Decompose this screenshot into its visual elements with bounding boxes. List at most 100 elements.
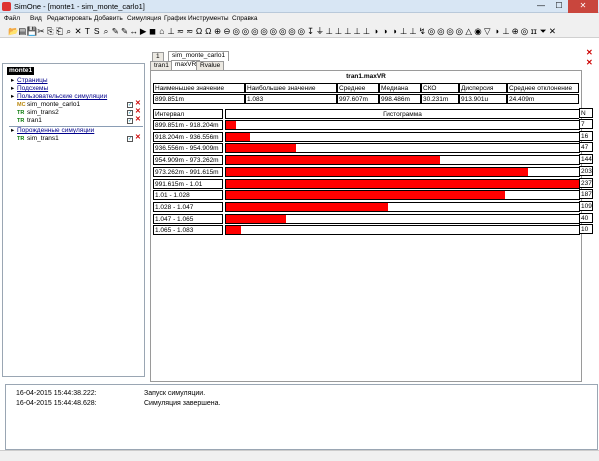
hist-count-cell: 16 [579, 130, 593, 141]
results-panel: tran1.maxVR Наименьшее значение Наибольш… [150, 70, 582, 382]
menu-simulation[interactable]: Симуляция [127, 15, 161, 22]
tree-item-sim-monte-carlo1[interactable]: MC sim_monte_carlo1 ✓ ✕ [3, 100, 144, 109]
delete-icon[interactable]: ✕ [135, 116, 141, 124]
hist-bar [226, 144, 296, 153]
minimize-button[interactable]: — [532, 0, 550, 13]
expand-icon[interactable]: ▸ [11, 127, 14, 135]
stats-header-mean: Среднее [337, 83, 379, 93]
close-inner-tab-icon[interactable]: ✕ [586, 58, 593, 67]
stats-header-std: СКО [421, 83, 459, 93]
stats-value-mean: 997.607m [337, 94, 379, 104]
stats-header-median: Медиана [379, 83, 421, 93]
log-panel: 16-04-2015 15:44:38.222: Запуск симуляци… [5, 384, 598, 450]
tree-section-derived-sims[interactable]: ▸ Порожденные симуляции [3, 127, 144, 135]
tree-item-label: sim_monte_carlo1 [27, 101, 81, 108]
stats-header-max: Наибольшее значение [245, 83, 337, 93]
hist-bar [226, 167, 529, 176]
log-message: Запуск симуляции. [144, 390, 206, 397]
tree-item-label: sim_trans2 [27, 109, 59, 116]
menu-help[interactable]: Справка [232, 15, 258, 22]
hist-interval-cell: 954.909m - 973.262m [153, 155, 223, 166]
hist-header-histogram: Гистограмма [225, 109, 580, 119]
tree-item-label: sim_trans1 [27, 135, 59, 142]
hist-interval-cell: 1.065 - 1.083 [153, 225, 223, 236]
hist-interval-cell: 991.615m - 1.01 [153, 178, 223, 189]
hist-header-n: N [579, 108, 593, 118]
expand-icon[interactable]: ▸ [11, 93, 14, 101]
stats-header-mean-dev: Среднее отклонение [507, 83, 579, 93]
hist-count-cell: 237 [579, 177, 593, 188]
hist-bar-cell [225, 120, 580, 130]
log-message: Симуляция завершена. [144, 400, 221, 407]
close-button[interactable]: ✕ [568, 0, 598, 13]
window-title: SimOne - [monte1 - sim_monte_carlo1] [14, 2, 145, 11]
tree-item-sim-trans2[interactable]: TR sim_trans2 ✓ ✕ [3, 108, 144, 117]
delete-icon[interactable]: ✕ [135, 108, 141, 116]
project-tree: monte1 ▸ Страницы ▸ Подсхемы ▸ Пользоват… [2, 63, 145, 377]
tab-rvalue[interactable]: Rvalue [196, 61, 225, 70]
tree-item-tran1[interactable]: TR tran1 ✓ ✕ [3, 116, 144, 125]
tree-section-label: Страницы [17, 77, 48, 84]
stats-value-max: 1.083 [245, 94, 337, 104]
tree-section-label: Порожденные симуляции [17, 127, 95, 134]
tree-item-sim-trans1[interactable]: TR sim_trans1 ✓ ✕ [3, 134, 144, 143]
checkbox-icon[interactable]: ✓ [127, 118, 133, 124]
hist-count-cell: 47 [579, 142, 593, 153]
menu-edit[interactable]: Редактировать [47, 15, 92, 22]
hist-count-cell: 7 [579, 119, 593, 129]
hist-count-cell: 203 [579, 165, 593, 176]
stats-value-variance: 913.901u [459, 94, 507, 104]
hist-bar [226, 202, 389, 211]
tree-section-user-sims[interactable]: ▸ Пользовательские симуляции [3, 93, 144, 101]
hist-count-cell: 40 [579, 212, 593, 223]
monte-carlo-icon: MC [17, 102, 26, 108]
app-icon [2, 2, 11, 11]
checkbox-icon[interactable]: ✓ [127, 136, 133, 142]
hist-interval-cell: 1.028 - 1.047 [153, 201, 223, 212]
stats-value-median: 998.486m [379, 94, 421, 104]
tab-1[interactable]: 1 [152, 52, 164, 61]
menu-view[interactable]: Вид [30, 15, 42, 22]
hist-count-cell: 109 [579, 200, 593, 211]
menu-tools[interactable]: Инструменты [188, 15, 229, 22]
hist-header-interval: Интервал [153, 109, 223, 119]
toolbar: 📂 ▤ 💾 ✂ ⎘ ⎗ ⌕ ✕ T S ⌕ ✎ ✎ ↔ ▶ ◼ ⌂ ⊥ ≂ ≂ Ω Ω ⊕ ⊖ ◎ ◎ ◎ ◎ ◎ ◎ ◎ ◎ ↧ ⏚ ⊥ ⊥ ⊥ ⊥ ⊥ ◑… [0, 25, 599, 38]
hist-interval-cell: 1.047 - 1.065 [153, 213, 223, 224]
tree-root[interactable]: monte1 [7, 67, 35, 75]
tree-section-subcircuits[interactable]: ▸ Подсхемы [3, 85, 144, 93]
menu-file[interactable]: Файл [4, 15, 20, 22]
delete-icon[interactable]: ✕ [135, 134, 141, 142]
hist-bar [226, 214, 286, 223]
stats-value-min: 899.851m [153, 94, 245, 104]
checkbox-icon[interactable]: ✓ [127, 102, 133, 108]
maximize-button[interactable]: ☐ [550, 0, 568, 13]
stats-value-std: 30.231m [421, 94, 459, 104]
tree-section-pages[interactable]: ▸ Страницы [3, 77, 144, 85]
tree-item-label: tran1 [27, 117, 42, 124]
hist-bar [226, 156, 441, 165]
tab-tran1[interactable]: tran1 [150, 61, 173, 70]
close-tab-icon[interactable]: ✕ [586, 48, 593, 57]
hist-count-cell: 144 [579, 154, 593, 165]
hist-bar [226, 132, 250, 141]
expand-icon[interactable]: ▸ [11, 77, 14, 85]
menu-add[interactable]: Добавить [94, 15, 123, 22]
hist-interval-cell: 936.556m - 954.909m [153, 143, 223, 154]
hist-bar-cell [225, 131, 580, 142]
tree-section-label: Подсхемы [17, 85, 49, 92]
delete-icon[interactable]: ✕ [135, 100, 141, 108]
menu-graph[interactable]: График [164, 15, 186, 22]
hist-count-cell: 10 [579, 224, 593, 235]
toolbar-tool-icon[interactable]: ✕ [547, 26, 557, 37]
hist-interval-cell: 1.01 - 1.028 [153, 190, 223, 201]
stats-value-mean-dev: 24.409m [507, 94, 579, 104]
menu-bar: Файл Вид Редактировать Добавить Симуляци… [0, 13, 599, 25]
expand-icon[interactable]: ▸ [11, 85, 14, 93]
tree-section-label: Пользовательские симуляции [17, 93, 108, 100]
hist-bar [226, 191, 505, 200]
log-time: 16-04-2015 15:44:38.222: [16, 390, 97, 397]
transient-icon: TR [17, 110, 25, 116]
checkbox-icon[interactable]: ✓ [127, 110, 133, 116]
hist-bar-cell [225, 225, 580, 236]
hist-interval-cell: 899.851m - 918.204m [153, 120, 223, 130]
